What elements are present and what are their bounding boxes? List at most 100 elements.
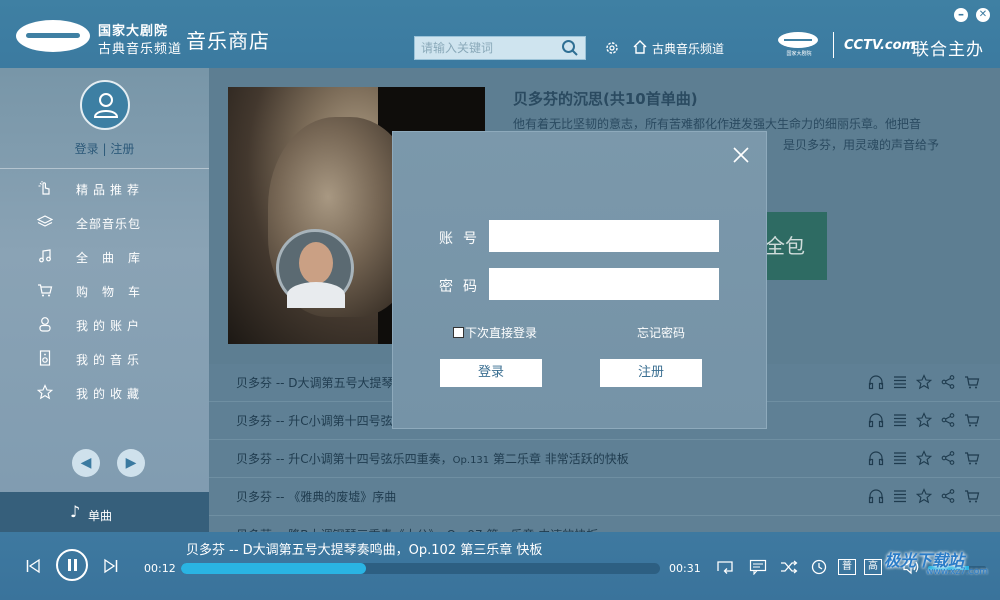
sidebar-item-label: 我的账户 bbox=[76, 319, 145, 333]
register-button[interactable]: 注册 bbox=[600, 359, 702, 387]
logo-title: 国家大剧院 bbox=[98, 24, 169, 39]
search-input[interactable] bbox=[415, 37, 555, 59]
search-icon[interactable] bbox=[561, 39, 579, 57]
progress-bar[interactable] bbox=[181, 563, 660, 574]
track-opus: Op.131 bbox=[452, 455, 490, 466]
layers-icon bbox=[37, 215, 53, 227]
sidebar: 登录 | 注册 精品推荐 全部音乐包 全曲库 购物车 我的账户 我的音乐 我的收… bbox=[0, 68, 209, 532]
shuffle-icon[interactable] bbox=[780, 559, 798, 575]
current-time: 00:12 bbox=[144, 562, 176, 575]
pause-button[interactable] bbox=[56, 549, 88, 581]
table-row[interactable]: 贝多芬 -- 升C小调第十四号弦乐四重奏，Op.131 第二乐章 非常活跃的快板 bbox=[209, 440, 1000, 478]
ncpa-emblem-icon bbox=[778, 32, 818, 48]
next-track-icon[interactable] bbox=[103, 558, 119, 574]
timer-icon[interactable] bbox=[810, 559, 828, 575]
hand-pointer-icon bbox=[38, 181, 50, 195]
sidebar-item-label: 全曲库 bbox=[76, 251, 155, 265]
now-playing-title: 贝多芬 -- D大调第五号大提琴奏鸣曲，Op.102 第三乐章 快板 bbox=[186, 543, 543, 558]
previous-track-icon[interactable] bbox=[25, 558, 41, 574]
remember-label: 下次直接登录 bbox=[465, 326, 538, 340]
quality-high-button[interactable]: 高 bbox=[864, 559, 882, 575]
sidebar-item-cart[interactable]: 购物车 bbox=[0, 273, 209, 307]
tab-single-tracks[interactable]: ♪ 单曲 bbox=[0, 492, 209, 532]
share-icon[interactable] bbox=[940, 374, 956, 390]
track-actions bbox=[868, 450, 980, 466]
logo-subtitle: 古典音乐频道 bbox=[98, 42, 183, 57]
sidebar-register-link[interactable]: 注册 bbox=[110, 142, 134, 156]
prev-page-button[interactable]: ◀ bbox=[72, 449, 100, 477]
headphones-icon[interactable] bbox=[868, 374, 884, 390]
sidebar-divider bbox=[0, 168, 209, 169]
account-label: 账号 bbox=[439, 231, 487, 247]
favorite-star-icon[interactable] bbox=[915, 450, 933, 466]
sidebar-item-my-music[interactable]: 我的音乐 bbox=[0, 341, 209, 375]
home-icon[interactable] bbox=[632, 39, 648, 55]
login-button[interactable]: 登录 bbox=[440, 359, 542, 387]
favorite-star-icon[interactable] bbox=[915, 374, 933, 390]
header-divider bbox=[833, 32, 834, 58]
speaker-icon bbox=[39, 350, 51, 366]
password-field[interactable] bbox=[489, 268, 719, 300]
list-icon[interactable] bbox=[892, 374, 908, 390]
table-row[interactable]: 贝多芬 -- 《雅典的废墟》序曲 bbox=[209, 478, 1000, 516]
close-window-icon[interactable]: ✕ bbox=[976, 8, 990, 22]
quality-standard-button[interactable]: 普 bbox=[838, 559, 856, 575]
sidebar-item-library[interactable]: 全曲库 bbox=[0, 239, 209, 273]
add-to-cart-icon[interactable] bbox=[964, 412, 980, 428]
search-box bbox=[414, 36, 586, 60]
headphones-icon[interactable] bbox=[868, 450, 884, 466]
gear-icon[interactable] bbox=[604, 40, 620, 56]
minimize-icon[interactable]: – bbox=[954, 8, 968, 22]
music-note-icon: ♪ bbox=[70, 502, 81, 521]
add-to-cart-icon[interactable] bbox=[964, 374, 980, 390]
album-title: 贝多芬的沉思(共10首单曲) bbox=[513, 90, 698, 108]
track-title: 贝多芬 -- 升C小调第十四号弦 bbox=[236, 414, 393, 428]
sidebar-item-account[interactable]: 我的账户 bbox=[0, 307, 209, 341]
forgot-password-link[interactable]: 忘记密码 bbox=[637, 324, 685, 341]
sidebar-item-featured[interactable]: 精品推荐 bbox=[0, 171, 209, 205]
host-avatar bbox=[276, 229, 354, 308]
link-separator: | bbox=[102, 142, 107, 156]
sidebar-item-label: 我的音乐 bbox=[76, 353, 145, 367]
sidebar-item-label: 购物车 bbox=[76, 285, 155, 299]
favorite-star-icon[interactable] bbox=[915, 412, 933, 428]
checkbox-box[interactable] bbox=[453, 327, 464, 338]
user-icon bbox=[39, 317, 51, 332]
add-to-cart-icon[interactable] bbox=[964, 488, 980, 504]
remember-login-checkbox[interactable]: 下次直接登录 bbox=[453, 324, 537, 341]
add-to-cart-icon[interactable] bbox=[964, 450, 980, 466]
avatar[interactable] bbox=[80, 80, 130, 130]
close-icon[interactable] bbox=[732, 146, 750, 164]
favorite-star-icon[interactable] bbox=[915, 488, 933, 504]
share-icon[interactable] bbox=[940, 412, 956, 428]
account-field[interactable] bbox=[489, 220, 719, 252]
sidebar-item-favorites[interactable]: 我的收藏 bbox=[0, 375, 209, 409]
headphones-icon[interactable] bbox=[868, 488, 884, 504]
sidebar-nav: 精品推荐 全部音乐包 全曲库 购物车 我的账户 我的音乐 我的收藏 bbox=[0, 171, 209, 409]
host-shirt bbox=[287, 282, 345, 308]
login-dialog: 账号 密码 下次直接登录 忘记密码 登录 注册 bbox=[392, 131, 767, 429]
loop-single-icon[interactable] bbox=[716, 559, 734, 575]
share-icon[interactable] bbox=[940, 488, 956, 504]
headphones-icon[interactable] bbox=[868, 412, 884, 428]
channel-link[interactable]: 古典音乐频道 bbox=[652, 40, 724, 57]
list-icon[interactable] bbox=[892, 412, 908, 428]
list-icon[interactable] bbox=[892, 450, 908, 466]
login-links: 登录 | 注册 bbox=[0, 140, 209, 157]
track-title: 贝多芬 -- D大调第五号大提琴 bbox=[236, 376, 394, 390]
share-icon[interactable] bbox=[940, 450, 956, 466]
sidebar-item-all-packages[interactable]: 全部音乐包 bbox=[0, 205, 209, 239]
sidebar-item-label: 我的收藏 bbox=[76, 387, 145, 401]
cctv-logo: CCTV.com bbox=[844, 38, 916, 53]
lyrics-icon[interactable] bbox=[749, 559, 767, 575]
sidebar-login-link[interactable]: 登录 bbox=[75, 142, 99, 156]
buy-all-button[interactable]: 全包 bbox=[757, 212, 827, 280]
list-icon[interactable] bbox=[892, 488, 908, 504]
track-title-main: 贝多芬 -- 升C小调第十四号弦乐四重奏， bbox=[236, 452, 453, 466]
star-icon bbox=[37, 384, 53, 400]
ncpa-logo-icon bbox=[16, 20, 90, 52]
track-actions bbox=[868, 488, 980, 504]
watermark-url: www.xz7.com bbox=[926, 567, 988, 577]
co-host-label: 联合主办 bbox=[912, 40, 984, 60]
next-page-button[interactable]: ▶ bbox=[117, 449, 145, 477]
